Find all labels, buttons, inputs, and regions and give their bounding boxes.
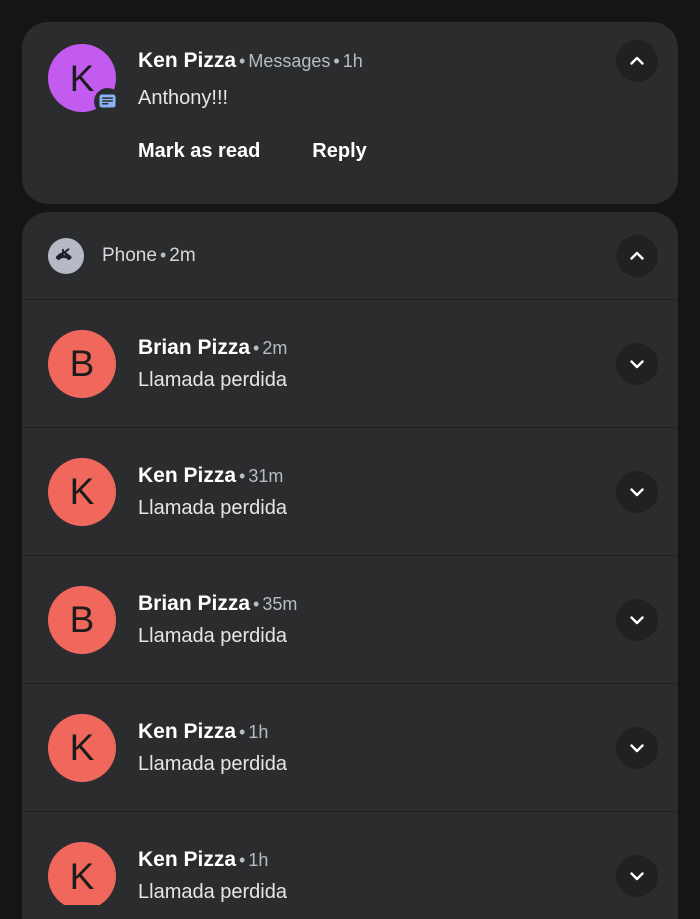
call-separator: • xyxy=(239,850,246,870)
sender-name: Ken Pizza xyxy=(138,49,237,72)
call-title-line: Ken Pizza • 1h xyxy=(138,847,652,873)
call-timestamp: 31m xyxy=(248,465,284,486)
caller-name: Ken Pizza xyxy=(138,719,237,743)
chevron-down-icon[interactable] xyxy=(616,855,658,897)
call-timestamp: 1h xyxy=(248,721,269,742)
message-badge-icon xyxy=(94,88,121,115)
chevron-down-icon[interactable] xyxy=(616,342,658,385)
chevron-down-icon[interactable] xyxy=(616,470,658,513)
caller-name: Ken Pizza xyxy=(138,848,237,871)
call-title-line: Ken Pizza • 31m xyxy=(138,463,652,489)
next-notification-card-peek[interactable] xyxy=(22,905,678,919)
call-title-line: Brian Pizza • 35m xyxy=(138,591,652,617)
phone-separator: • xyxy=(159,244,167,265)
app-name: Messages xyxy=(248,51,331,71)
conversation-title-line: Ken Pizza • Messages • 1h xyxy=(138,48,652,74)
message-preview: Anthony!!! xyxy=(138,87,229,109)
notification-card-phone[interactable]: Phone • 2m B Brian Pizza • 2m Llamada perdid… xyxy=(22,212,678,919)
notification-card-messages[interactable]: K Ken Pizza • Messages • 1h Anthony!!! M… xyxy=(22,22,678,204)
avatar: K xyxy=(48,713,116,782)
avatar-initial: K xyxy=(48,457,116,526)
phone-group-time: 2m xyxy=(169,244,196,266)
chevron-down-icon[interactable] xyxy=(616,598,658,641)
avatar-initial: B xyxy=(48,329,116,398)
conversation-header: K Ken Pizza • Messages • 1h Anthony!!! xyxy=(48,44,652,115)
call-separator: • xyxy=(253,337,260,358)
phone-app-name: Phone xyxy=(102,244,157,266)
reply-button[interactable]: Reply xyxy=(312,140,366,163)
missed-call-icon xyxy=(48,237,84,274)
call-text: Ken Pizza • 1h Llamada perdida xyxy=(138,719,652,777)
call-separator: • xyxy=(239,721,246,742)
caller-name: Brian Pizza xyxy=(138,335,251,359)
call-timestamp: 35m xyxy=(262,593,298,614)
notification-shade: K Ken Pizza • Messages • 1h Anthony!!! M… xyxy=(0,0,700,919)
avatar-initial: B xyxy=(48,585,116,654)
call-notification-row[interactable]: B Brian Pizza • 2m Llamada perdida xyxy=(22,300,678,428)
avatar-initial: K xyxy=(48,713,116,782)
avatar: B xyxy=(48,585,116,654)
chevron-up-icon[interactable] xyxy=(616,234,658,277)
call-separator: • xyxy=(239,465,246,486)
title-separator-2: • xyxy=(333,51,340,71)
caller-name: Brian Pizza xyxy=(138,591,251,615)
call-notification-row[interactable]: B Brian Pizza • 35m Llamada perdida xyxy=(22,556,678,684)
caller-name: Ken Pizza xyxy=(138,463,237,487)
phone-group-label: Phone • 2m xyxy=(102,245,196,267)
mark-as-read-button[interactable]: Mark as read xyxy=(138,140,260,163)
call-notification-row[interactable]: K Ken Pizza • 1h Llamada perdida xyxy=(22,812,678,919)
call-notification-row[interactable]: K Ken Pizza • 1h Llamada perdida xyxy=(22,684,678,812)
call-timestamp: 2m xyxy=(262,337,288,358)
avatar: K xyxy=(48,457,116,526)
conversation-text: Ken Pizza • Messages • 1h Anthony!!! xyxy=(138,44,652,111)
conversation-notification[interactable]: K Ken Pizza • Messages • 1h Anthony!!! M… xyxy=(22,22,678,204)
call-separator: • xyxy=(253,593,260,614)
call-text: Ken Pizza • 1h Llamada perdida xyxy=(138,847,652,905)
chevron-up-icon[interactable] xyxy=(616,40,658,82)
chevron-down-icon[interactable] xyxy=(616,726,658,769)
avatar: K xyxy=(48,44,121,115)
call-text: Ken Pizza • 31m Llamada perdida xyxy=(138,463,652,521)
call-subtitle: Llamada perdida xyxy=(138,752,287,775)
call-timestamp: 1h xyxy=(248,850,269,870)
call-title-line: Brian Pizza • 2m xyxy=(138,335,652,361)
avatar: B xyxy=(48,329,116,398)
call-subtitle: Llamada perdida xyxy=(138,881,287,903)
avatar: K xyxy=(48,842,116,910)
call-notification-row[interactable]: K Ken Pizza • 31m Llamada perdida xyxy=(22,428,678,556)
avatar-initial: K xyxy=(48,842,116,910)
timestamp: 1h xyxy=(342,51,363,71)
call-subtitle: Llamada perdida xyxy=(138,368,287,391)
call-text: Brian Pizza • 35m Llamada perdida xyxy=(138,591,652,649)
call-subtitle: Llamada perdida xyxy=(138,624,287,647)
notification-actions: Mark as read Reply xyxy=(138,140,652,163)
call-text: Brian Pizza • 2m Llamada perdida xyxy=(138,335,652,393)
call-subtitle: Llamada perdida xyxy=(138,496,287,519)
title-separator-1: • xyxy=(239,51,246,71)
call-title-line: Ken Pizza • 1h xyxy=(138,719,652,745)
phone-group-header[interactable]: Phone • 2m xyxy=(22,212,678,300)
